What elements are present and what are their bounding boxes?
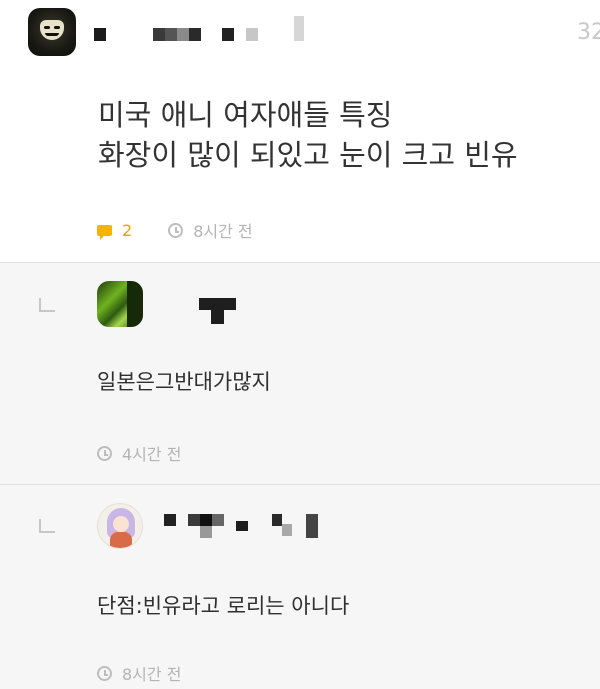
avatar-mouth — [45, 33, 59, 36]
avatar-eye-left — [44, 26, 50, 29]
clock-icon — [168, 222, 184, 238]
corner-count: 32 — [577, 20, 600, 45]
reply-text: 일본은그반대가많지 — [97, 370, 271, 394]
reply-meta: 8시간 전 — [97, 661, 181, 685]
reply-author-avatar[interactable] — [97, 503, 143, 549]
reply-item — [0, 263, 600, 484]
post-title-line-2: 화장이 많이 되있고 눈이 크고 빈유 — [98, 138, 518, 172]
clock-icon — [97, 445, 112, 461]
post: 32 미국 애니 여자애들 특징 화장이 많이 되있고 눈이 크고 빈유 2 8… — [0, 0, 600, 262]
clock-icon — [97, 665, 112, 681]
reply-time: 8시간 전 — [122, 665, 182, 684]
comment-icon — [97, 224, 112, 240]
avatar-body — [110, 532, 132, 548]
comment-count[interactable]: 2 — [122, 221, 132, 240]
reply-author-avatar[interactable] — [97, 281, 143, 327]
avatar-mask — [40, 20, 64, 40]
avatar-shade — [127, 281, 143, 327]
reply-text: 단점:빈유라고 로리는 아니다 — [97, 594, 350, 618]
post-title-line-1: 미국 애니 여자애들 특징 — [98, 98, 393, 132]
post-meta: 2 8시간 전 — [97, 218, 253, 242]
reply-arrow-icon — [39, 519, 55, 533]
reply-arrow-icon — [39, 298, 55, 312]
reply-time: 4시간 전 — [122, 445, 182, 464]
post-title: 미국 애니 여자애들 특징 화장이 많이 되있고 눈이 크고 빈유 — [98, 95, 518, 175]
avatar-face — [113, 516, 129, 532]
avatar-eye-right — [54, 26, 60, 29]
reply-item — [0, 485, 600, 689]
reply-meta: 4시간 전 — [97, 441, 181, 465]
post-time: 8시간 전 — [193, 222, 253, 241]
author-avatar[interactable] — [28, 8, 76, 56]
